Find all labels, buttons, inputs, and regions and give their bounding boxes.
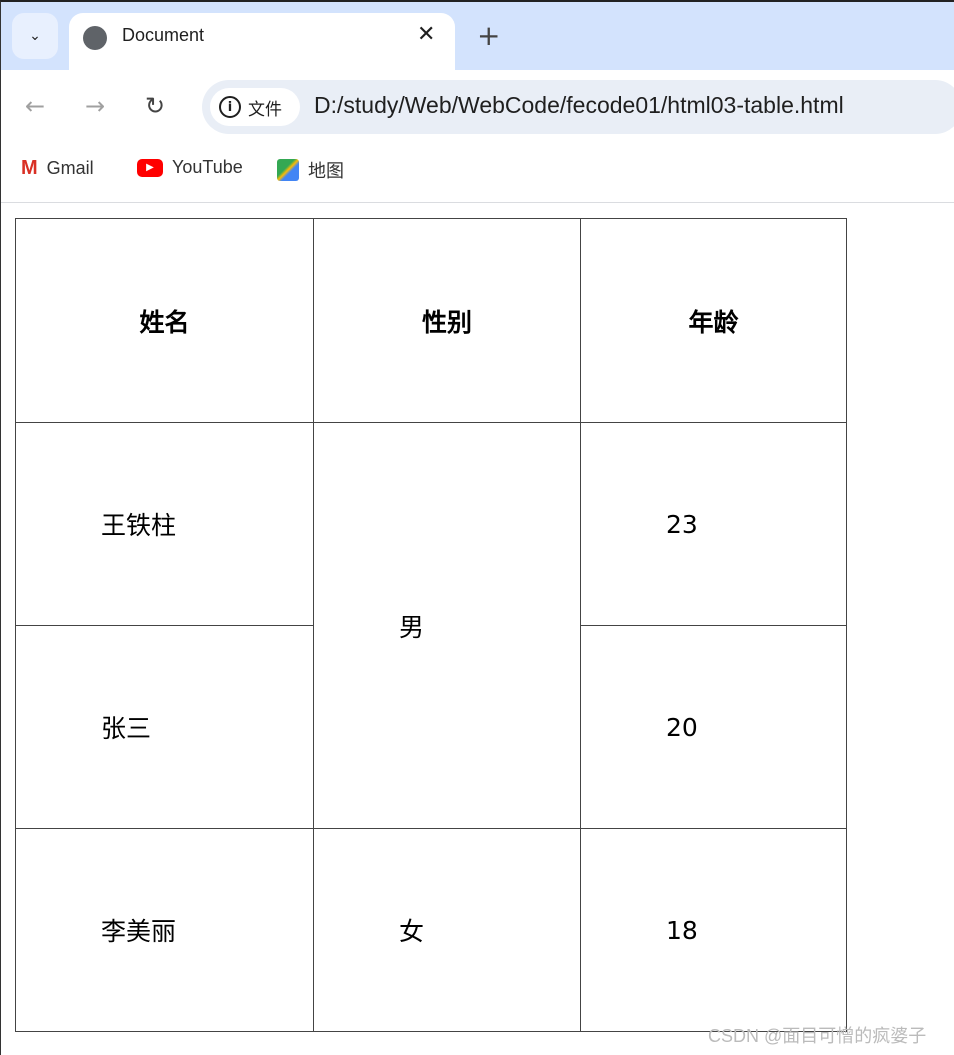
cell-name: 李美丽 [15,828,314,1032]
site-info-button[interactable]: i 文件 [210,88,300,126]
header-age: 年龄 [580,218,847,423]
header-gender: 性别 [313,218,581,423]
table-row: 李美丽 女 18 [15,828,847,1032]
tab-strip: ⌄ Document ✕ + [1,2,954,73]
address-bar[interactable]: i 文件 D:/study/Web/WebCode/fecode01/html0… [202,80,954,134]
bookmark-label: 地图 [308,161,344,181]
youtube-icon: ▶ [137,158,163,177]
people-table: 姓名 性别 年龄 王铁柱 男 23 张三 20 李美丽 女 18 [15,218,847,1032]
back-icon[interactable]: ← [25,92,45,120]
site-info-label: 文件 [248,99,282,120]
forward-icon[interactable]: → [85,92,105,120]
bookmark-label: Gmail [46,158,94,178]
tab-title: Document [122,25,205,45]
toolbar: ← → ↻ i 文件 D:/study/Web/WebCode/fecode01… [1,70,954,146]
tab-search-button[interactable]: ⌄ [12,13,58,59]
cell-gender: 男 [313,422,581,829]
cell-gender: 女 [313,828,581,1032]
header-name: 姓名 [15,218,314,423]
cell-name: 王铁柱 [15,422,314,626]
chevron-down-icon: ⌄ [29,28,41,44]
watermark: CSDN @面目可憎的疯婆子 [708,1026,927,1046]
gmail-icon: M [21,157,38,179]
url-text[interactable]: D:/study/Web/WebCode/fecode01/html03-tab… [314,92,844,119]
bookmarks-bar: M Gmail ▶ YouTube 地图 [1,146,954,203]
bookmark-youtube[interactable]: ▶ YouTube [137,157,243,178]
cell-age: 18 [580,828,847,1032]
cell-name: 张三 [15,625,314,829]
new-tab-button[interactable]: + [477,22,500,50]
table-row: 王铁柱 男 23 [15,422,847,829]
cell-age: 20 [580,625,847,829]
tab-document[interactable]: Document ✕ [69,13,455,73]
header-row: 姓名 性别 年龄 [15,218,847,423]
maps-icon [277,159,299,181]
info-icon: i [219,96,241,118]
bookmark-maps[interactable]: 地图 [277,157,344,183]
close-tab-icon[interactable]: ✕ [417,22,435,47]
reload-icon[interactable]: ↻ [145,92,165,120]
bookmark-gmail[interactable]: M Gmail [21,157,94,180]
bookmark-label: YouTube [172,157,243,177]
globe-icon [83,26,107,50]
cell-age: 23 [580,422,847,626]
